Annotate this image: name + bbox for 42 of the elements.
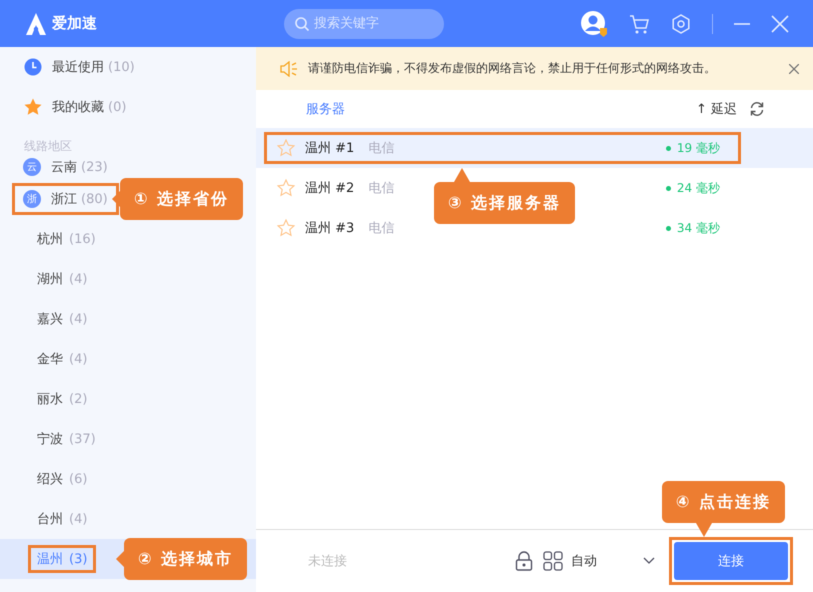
city-item[interactable]: 台州 (4) — [28, 505, 96, 533]
clock-icon — [24, 58, 42, 76]
sidebar-item[interactable]: 最近使用 (10) — [0, 47, 256, 87]
lock-icon[interactable] — [515, 551, 533, 571]
city-item[interactable]: 湖州 (4) — [28, 265, 96, 293]
mode-dropdown[interactable]: 自动 — [543, 551, 655, 571]
star-icon[interactable] — [277, 179, 295, 197]
refresh-icon[interactable] — [749, 101, 765, 117]
star-icon[interactable] — [277, 139, 295, 157]
grid-icon — [543, 551, 563, 571]
chevron-down-icon — [643, 557, 655, 565]
connection-status: 未连接 — [308, 553, 348, 570]
column-header[interactable]: ↑ 延迟 — [696, 100, 737, 118]
star-icon — [24, 98, 42, 116]
callout: ④ 点击连接 — [662, 481, 785, 537]
connect-button[interactable]: 连接 — [674, 542, 788, 580]
sidebar-item[interactable]: 我的收藏 (0) — [0, 87, 256, 127]
callout: ① 选择省份 — [112, 178, 244, 220]
speaker-icon — [280, 60, 298, 76]
column-header[interactable]: 服务器 — [306, 100, 684, 118]
search-field[interactable]: 搜索关键字 — [284, 8, 444, 38]
callout: ③ 选择服务器 — [434, 168, 576, 224]
app-name: 爱加速 — [52, 14, 97, 33]
city-item[interactable]: 嘉兴 (4) — [28, 305, 96, 333]
city-item[interactable]: 杭州 (16) — [28, 225, 105, 253]
city-item[interactable]: 金华 (4) — [28, 345, 96, 373]
server-row[interactable]: 温州 #1 电信 19 毫秒 — [264, 132, 741, 164]
cart-icon[interactable] — [628, 12, 650, 34]
city-item[interactable]: 绍兴 (6) — [28, 465, 96, 493]
city-item[interactable]: 丽水 (2) — [28, 385, 96, 413]
province-badge: 浙 — [23, 190, 41, 208]
notice-text: 请谨防电信诈骗，不得发布虚假的网络言论，禁止用于任何形式的网络攻击。 — [308, 60, 717, 77]
user-avatar-icon[interactable] — [580, 10, 608, 38]
logo-icon — [24, 12, 48, 36]
close-icon[interactable] — [789, 64, 799, 74]
star-icon[interactable] — [277, 219, 295, 237]
search-icon — [294, 16, 310, 32]
callout: ② 选择城市 — [116, 538, 248, 580]
city-item[interactable]: 宁波 (37) — [28, 425, 105, 453]
province-item[interactable]: 浙 浙江 (80) — [12, 183, 119, 215]
settings-icon[interactable] — [670, 12, 692, 34]
province-badge: 云 — [23, 158, 41, 176]
